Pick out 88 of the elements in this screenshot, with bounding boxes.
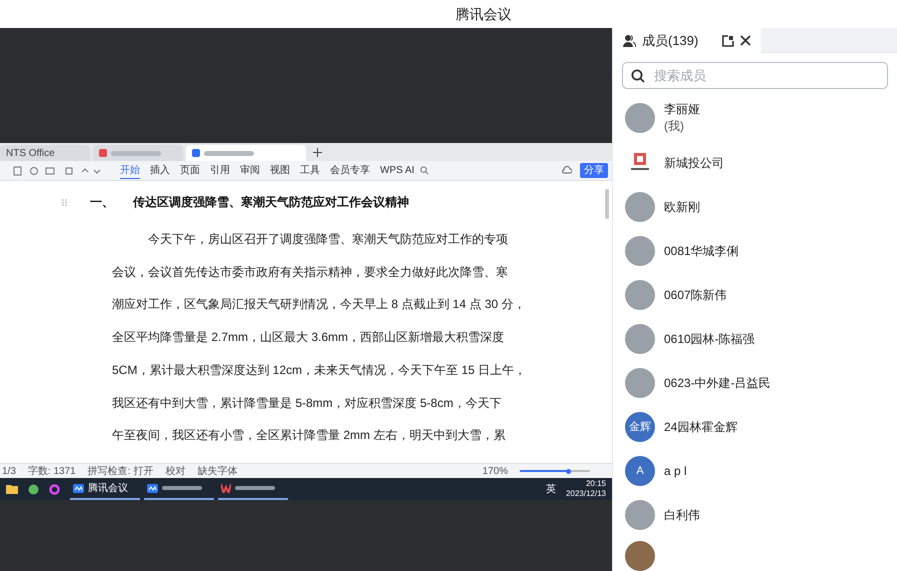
document-tab[interactable] xyxy=(93,145,183,161)
status-text: 校对 xyxy=(165,464,186,478)
member-name: 0081华城李俐 xyxy=(664,242,739,260)
add-tab-icon[interactable] xyxy=(313,148,322,156)
meeting-app-icon xyxy=(73,484,84,492)
zoom-slider-thumb[interactable] xyxy=(566,468,570,474)
ribbon-tab[interactable]: 工具 xyxy=(300,163,320,178)
document-text-line: 潮应对工作，区气象局汇报天气研判情况，今天早上 8 点截止到 14 点 30 分， xyxy=(112,296,526,314)
avatar-photo-placeholder xyxy=(625,324,655,354)
avatar: A xyxy=(625,456,655,486)
ribbon-tab[interactable]: 视图 xyxy=(270,163,290,178)
blurred-label-drawing xyxy=(235,486,275,490)
ribbon-tab[interactable]: 引用 xyxy=(210,163,230,178)
blurred-label-drawing xyxy=(111,150,161,156)
document-text-line: 会议，会议首先传达市委市政府有关指示精神，要求全力做好此次降雪、寒 xyxy=(112,264,509,281)
avatar-photo-placeholder xyxy=(625,103,655,133)
member-row[interactable]: 0623-中外建-吕益民 xyxy=(613,361,897,405)
scrollbar-thumb[interactable] xyxy=(605,189,609,219)
status-text: 1/3 xyxy=(2,464,16,478)
ribbon-tab[interactable]: 会员专享 xyxy=(330,163,370,178)
member-row[interactable]: 金辉 24园林霍金辉 xyxy=(613,405,897,449)
avatar: 金辉 xyxy=(625,412,655,442)
document-text-line: 午至夜间，我区还有小雪，全区累计降雪量 2mm 左右，明天中到大雪，累 xyxy=(112,427,506,444)
status-text: 拼写检查: 打开 xyxy=(88,464,154,478)
member-name: 欧新刚 xyxy=(664,198,700,216)
close-icon[interactable] xyxy=(740,35,751,46)
ribbon-tab[interactable]: 插入 xyxy=(150,163,170,178)
member-row[interactable]: 0610园林-陈福强 xyxy=(613,317,897,361)
ribbon-tab[interactable]: 开始 xyxy=(120,162,140,178)
input-language[interactable]: 英 xyxy=(546,482,556,496)
member-name: 0610园林-陈福强 xyxy=(664,330,755,348)
member-name: a p l xyxy=(664,462,687,480)
blurred-label-drawing xyxy=(204,150,254,156)
blurred-label-drawing xyxy=(162,486,202,490)
member-row[interactable]: 李丽娅 (我) xyxy=(613,95,897,141)
share-button[interactable]: 分享 xyxy=(580,163,608,178)
document-text-line: 我区还有中到大雪，累计降雪量是 5-8mm，对应积雪深度 5-8cm，今天下 xyxy=(112,394,502,412)
member-row[interactable]: A a p l xyxy=(613,449,897,493)
cloud-icon[interactable] xyxy=(562,166,572,175)
ribbon-tab[interactable]: 页面 xyxy=(180,163,200,178)
member-row[interactable]: 新城投公司 xyxy=(613,141,897,185)
member-name: 白利伟 xyxy=(664,506,700,524)
member-row[interactable]: 欧新刚 xyxy=(613,185,897,229)
taskbar-app[interactable]: 腾讯会议 xyxy=(70,478,140,500)
ribbon-tab[interactable]: 审阅 xyxy=(240,163,260,178)
status-text: 字数: 1371 xyxy=(28,464,76,478)
heading-number: 一、 xyxy=(90,194,115,211)
member-name: 李丽娅 xyxy=(664,101,700,118)
clock-date: 2023/12/13 xyxy=(566,489,606,499)
member-name: 24园林霍金辉 xyxy=(664,418,738,436)
member-row[interactable]: 0607陈新伟 xyxy=(613,273,897,317)
document-text-line: 今天下午，房山区召开了调度强降雪、寒潮天气防范应对工作的专项 xyxy=(147,231,509,248)
member-name: 0607陈新伟 xyxy=(664,286,727,304)
document-heading: 传达区调度强降雪、寒潮天气防范应对工作会议精神 xyxy=(133,194,409,211)
member-name: 新城投公司 xyxy=(664,154,724,172)
folder-icon[interactable] xyxy=(6,484,18,494)
meeting-app-icon xyxy=(147,484,158,492)
zoom-level[interactable]: 170% xyxy=(482,464,508,478)
document-text-line: 全区平均降雪量是 2.7mm，山区最大 3.6mm，西部山区新增最大积雪深度 xyxy=(112,329,506,346)
member-row[interactable]: 白利伟 xyxy=(613,493,897,537)
member-name: 0623-中外建-吕益民 xyxy=(664,374,771,392)
search-field[interactable]: 搜索成员 xyxy=(622,62,888,89)
people-icon xyxy=(622,34,636,48)
file-icon xyxy=(99,149,107,157)
avatar-photo-placeholder xyxy=(625,280,655,310)
avatar-photo-placeholder xyxy=(625,541,655,571)
avatar-photo-placeholder xyxy=(625,500,655,530)
member-row[interactable]: 0081华城李俐 xyxy=(613,229,897,273)
search-icon[interactable] xyxy=(420,166,430,175)
pop-out-icon[interactable] xyxy=(722,34,734,46)
wps-app-icon xyxy=(221,484,231,492)
file-icon xyxy=(192,149,200,157)
window-title: 腾讯会议 xyxy=(456,4,512,24)
status-text: 缺失字体 xyxy=(197,464,238,478)
ribbon-tab[interactable]: WPS AI xyxy=(380,163,414,178)
member-note: (我) xyxy=(664,118,685,135)
circle-app-icon[interactable] xyxy=(28,484,39,494)
document-text-line: 5CM，累计最大积雪深度达到 12cm，未来天气情况，今天下午至 15 日上午， xyxy=(112,362,528,379)
drag-handle-icon[interactable] xyxy=(62,198,67,206)
members-title: 成员(139) xyxy=(642,32,698,50)
avatar-photo-placeholder xyxy=(625,236,655,266)
avatar-photo-placeholder xyxy=(625,192,655,222)
avatar-photo-placeholder xyxy=(625,368,655,398)
ring-app-icon[interactable] xyxy=(49,484,60,494)
document-tab[interactable] xyxy=(186,145,306,161)
search-icon xyxy=(631,69,645,83)
document-tab[interactable]: NTS Office xyxy=(0,145,90,161)
clock-time: 20:15 xyxy=(586,479,606,489)
